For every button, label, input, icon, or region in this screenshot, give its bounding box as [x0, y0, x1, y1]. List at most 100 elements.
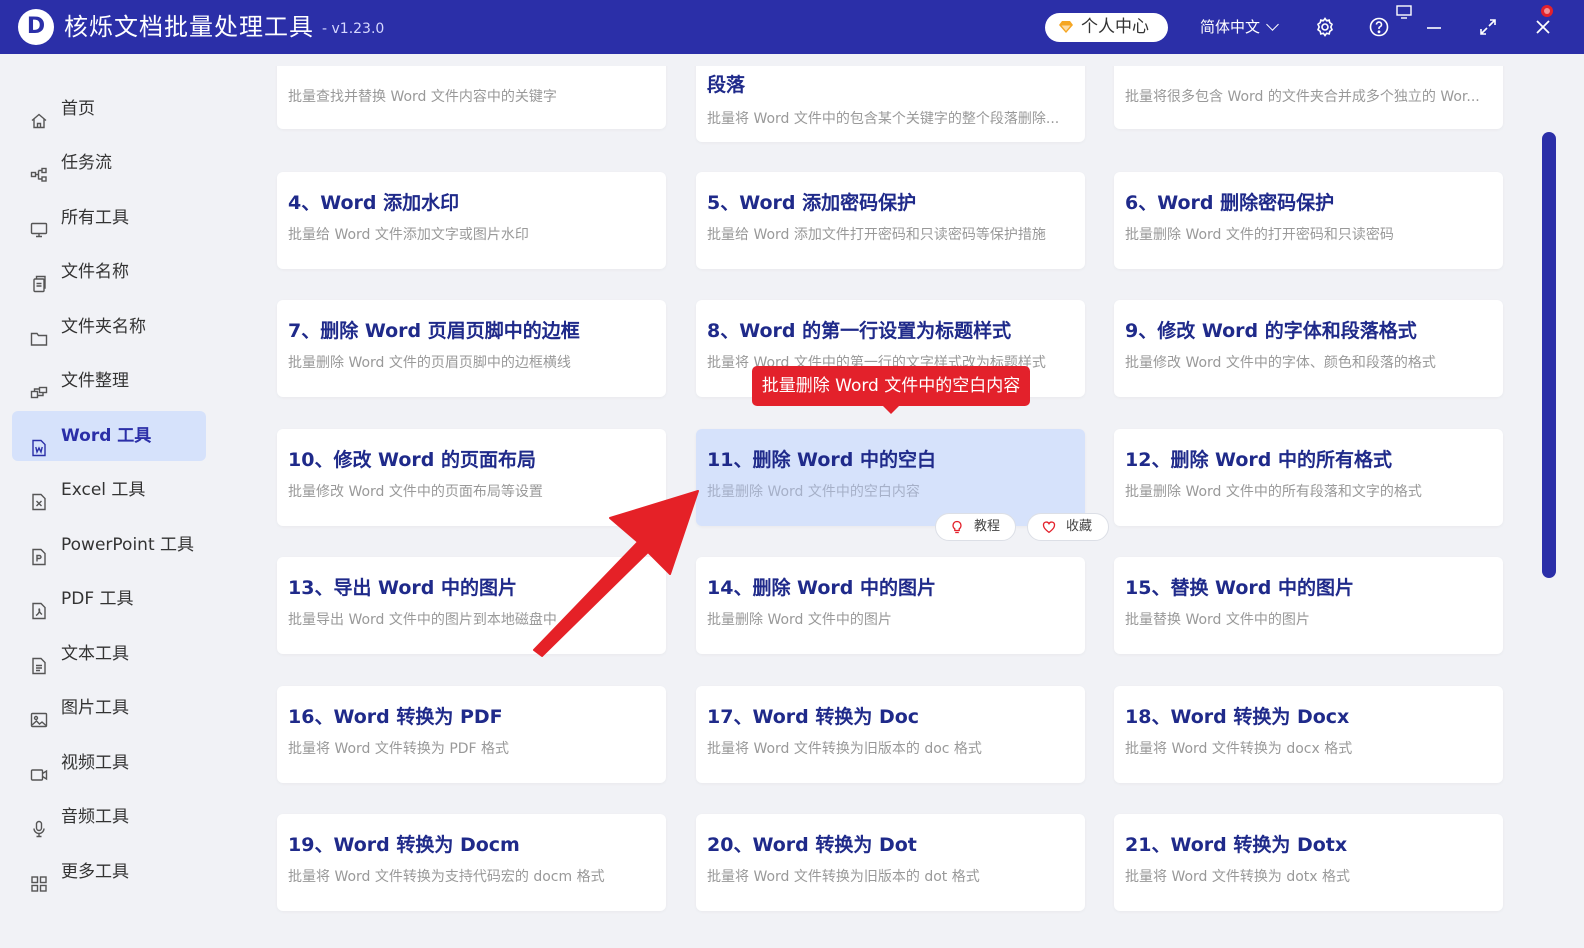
sidebar-item-pdf-tools[interactable]: PDF 工具	[12, 574, 206, 624]
grid-icon	[30, 863, 48, 892]
favorite-button[interactable]: 收藏	[1027, 513, 1109, 541]
tool-card-word-to-pdf[interactable]: 16、Word 转换为 PDF 批量将 Word 文件转换为 PDF 格式	[277, 686, 666, 783]
sidebar-item-label: 所有工具	[61, 208, 129, 228]
tool-card-desc: 批量将 Word 文件转换为 docx 格式	[1125, 741, 1353, 757]
sidebar-item-image-tools[interactable]: 图片工具	[12, 683, 206, 733]
tool-card[interactable]: 段落 批量将 Word 文件中的包含某个关键字的整个段落删除...	[696, 66, 1085, 142]
home-icon	[30, 100, 48, 129]
tool-card-word-to-dotx[interactable]: 21、Word 转换为 Dotx 批量将 Word 文件转换为 dotx 格式	[1114, 814, 1503, 911]
sidebar-item-home[interactable]: 首页	[12, 84, 206, 134]
user-center-label: 个人中心	[1081, 17, 1149, 37]
tool-card-desc: 批量删除 Word 文件中的空白内容	[707, 484, 920, 500]
tool-card-word-to-doc[interactable]: 17、Word 转换为 Doc 批量将 Word 文件转换为旧版本的 doc 格…	[696, 686, 1085, 783]
tool-card[interactable]: 批量查找并替换 Word 文件内容中的关键字	[277, 66, 666, 129]
sidebar-item-all-tools[interactable]: 所有工具	[12, 193, 206, 243]
tool-card-remove-images[interactable]: 14、删除 Word 中的图片 批量删除 Word 文件中的图片	[696, 557, 1085, 654]
tool-card-title: 11、删除 Word 中的空白	[707, 449, 936, 471]
sidebar-item-label: 文件名称	[61, 262, 129, 282]
tool-card-title: 6、Word 删除密码保护	[1125, 192, 1335, 214]
sidebar-item-file-name[interactable]: 文件名称	[12, 247, 206, 297]
chevron-down-icon	[1266, 18, 1279, 31]
monitor-icon	[30, 209, 48, 238]
tool-card-title: 10、修改 Word 的页面布局	[288, 449, 536, 471]
tool-card-desc: 批量将 Word 文件转换为支持代码宏的 docm 格式	[288, 869, 605, 885]
tool-card-desc: 批量将 Word 文件中的包含某个关键字的整个段落删除...	[707, 111, 1060, 127]
close-icon[interactable]	[1531, 15, 1555, 39]
tool-card-title: 段落	[707, 74, 746, 96]
tool-card-word-to-docm[interactable]: 19、Word 转换为 Docm 批量将 Word 文件转换为支持代码宏的 do…	[277, 814, 666, 911]
tool-card-font-paragraph-format[interactable]: 9、修改 Word 的字体和段落格式 批量修改 Word 文件中的字体、颜色和段…	[1114, 300, 1503, 397]
tool-card-desc: 批量删除 Word 文件的打开密码和只读密码	[1125, 227, 1394, 243]
scrollbar-thumb[interactable]	[1542, 132, 1556, 578]
sidebar-item-label: Word 工具	[61, 426, 152, 446]
excel-file-icon	[30, 481, 48, 511]
text-file-icon	[30, 645, 48, 675]
tool-card-word-remove-password[interactable]: 6、Word 删除密码保护 批量删除 Word 文件的打开密码和只读密码	[1114, 172, 1503, 269]
tool-card-title: 17、Word 转换为 Doc	[707, 706, 920, 728]
language-select[interactable]: 简体中文	[1200, 16, 1279, 38]
tutorial-button[interactable]: 教程	[935, 513, 1016, 541]
tool-card-replace-images[interactable]: 15、替换 Word 中的图片 批量替换 Word 文件中的图片	[1114, 557, 1503, 654]
tool-card-title: 15、替换 Word 中的图片	[1125, 577, 1354, 599]
tool-card-desc: 批量删除 Word 文件中的所有段落和文字的格式	[1125, 484, 1422, 500]
screen-icon[interactable]	[1396, 4, 1412, 19]
app-version: - v1.23.0	[322, 21, 385, 37]
tool-card-desc: 批量替换 Word 文件中的图片	[1125, 612, 1310, 628]
favorite-label: 收藏	[1066, 519, 1093, 534]
settings-gear-icon[interactable]	[1313, 15, 1337, 39]
sidebar-item-powerpoint-tools[interactable]: PowerPoint 工具	[12, 520, 206, 570]
tool-card-word-to-docx[interactable]: 18、Word 转换为 Docx 批量将 Word 文件转换为 docx 格式	[1114, 686, 1503, 783]
sidebar: 首页 任务流 所有工具 文件名称 文件夹名称 文件整理 Word 工具 Exce…	[0, 54, 240, 948]
sidebar-item-audio-tools[interactable]: 音频工具	[12, 792, 206, 842]
sidebar-item-more-tools[interactable]: 更多工具	[12, 847, 206, 897]
tool-card-title: 7、删除 Word 页眉页脚中的边框	[288, 320, 580, 342]
sidebar-item-label: PowerPoint 工具	[61, 535, 195, 555]
tool-card-word-add-password[interactable]: 5、Word 添加密码保护 批量给 Word 添加文件打开密码和只读密码等保护措…	[696, 172, 1085, 269]
heart-icon	[1042, 521, 1056, 534]
sidebar-item-video-tools[interactable]: 视频工具	[12, 738, 206, 788]
tool-card-title: 5、Word 添加密码保护	[707, 192, 917, 214]
user-center-button[interactable]: 个人中心	[1045, 13, 1168, 42]
tool-card-desc: 批量将 Word 文件转换为旧版本的 dot 格式	[707, 869, 980, 885]
tool-card-desc: 批量给 Word 添加文件打开密码和只读密码等保护措施	[707, 227, 1046, 243]
sidebar-item-label: 视频工具	[61, 753, 129, 773]
tool-card[interactable]: 批量将很多包含 Word 的文件夹合并成多个独立的 Wor...	[1114, 66, 1503, 129]
bottom-edge	[240, 926, 1584, 948]
sidebar-item-file-organize[interactable]: 文件整理	[12, 356, 206, 406]
sidebar-item-excel-tools[interactable]: Excel 工具	[12, 465, 206, 515]
tool-card-word-to-dot[interactable]: 20、Word 转换为 Dot 批量将 Word 文件转换为旧版本的 dot 格…	[696, 814, 1085, 911]
ppt-file-icon	[30, 536, 48, 566]
diamond-icon	[1059, 21, 1073, 33]
tool-card-desc: 批量删除 Word 文件中的图片	[707, 612, 892, 628]
sidebar-item-folder-name[interactable]: 文件夹名称	[12, 302, 206, 352]
video-icon	[30, 754, 48, 781]
tool-card-remove-blank[interactable]: 11、删除 Word 中的空白 批量删除 Word 文件中的空白内容	[696, 429, 1085, 526]
title-bar: 核烁文档批量处理工具 - v1.23.0 个人中心 简体中文	[0, 0, 1584, 54]
tool-card-title: 12、删除 Word 中的所有格式	[1125, 449, 1392, 471]
tool-card-desc: 批量修改 Word 文件中的字体、颜色和段落的格式	[1125, 355, 1436, 371]
sidebar-item-label: 图片工具	[61, 698, 129, 718]
sidebar-item-label: 首页	[61, 99, 95, 119]
tool-card-remove-header-border[interactable]: 7、删除 Word 页眉页脚中的边框 批量删除 Word 文件的页眉页脚中的边框…	[277, 300, 666, 397]
minimize-icon[interactable]	[1422, 15, 1446, 39]
language-label: 简体中文	[1200, 18, 1261, 36]
right-edge	[1566, 54, 1584, 948]
file-copy-icon	[30, 263, 48, 293]
tool-card-remove-all-formats[interactable]: 12、删除 Word 中的所有格式 批量删除 Word 文件中的所有段落和文字的…	[1114, 429, 1503, 526]
sidebar-item-label: 文件夹名称	[61, 317, 146, 337]
tool-card-title: 21、Word 转换为 Dotx	[1125, 834, 1348, 856]
sidebar-item-label: 文件整理	[61, 371, 129, 391]
app-title: 核烁文档批量处理工具	[64, 13, 314, 41]
maximize-icon[interactable]	[1476, 15, 1500, 39]
sidebar-item-word-tools[interactable]: Word 工具	[12, 411, 206, 461]
tool-card-desc: 批量给 Word 文件添加文字或图片水印	[288, 227, 529, 243]
sidebar-item-workflow[interactable]: 任务流	[12, 138, 206, 188]
annotation-arrow-icon	[533, 490, 699, 657]
sidebar-item-text-tools[interactable]: 文本工具	[12, 629, 206, 679]
help-icon[interactable]	[1367, 15, 1391, 39]
tool-card-desc: 批量查找并替换 Word 文件内容中的关键字	[288, 89, 557, 105]
workflow-icon	[30, 154, 48, 182]
tool-card-title: 4、Word 添加水印	[288, 192, 460, 214]
tool-card-word-watermark[interactable]: 4、Word 添加水印 批量给 Word 文件添加文字或图片水印	[277, 172, 666, 269]
tool-card-title: 18、Word 转换为 Docx	[1125, 706, 1350, 728]
